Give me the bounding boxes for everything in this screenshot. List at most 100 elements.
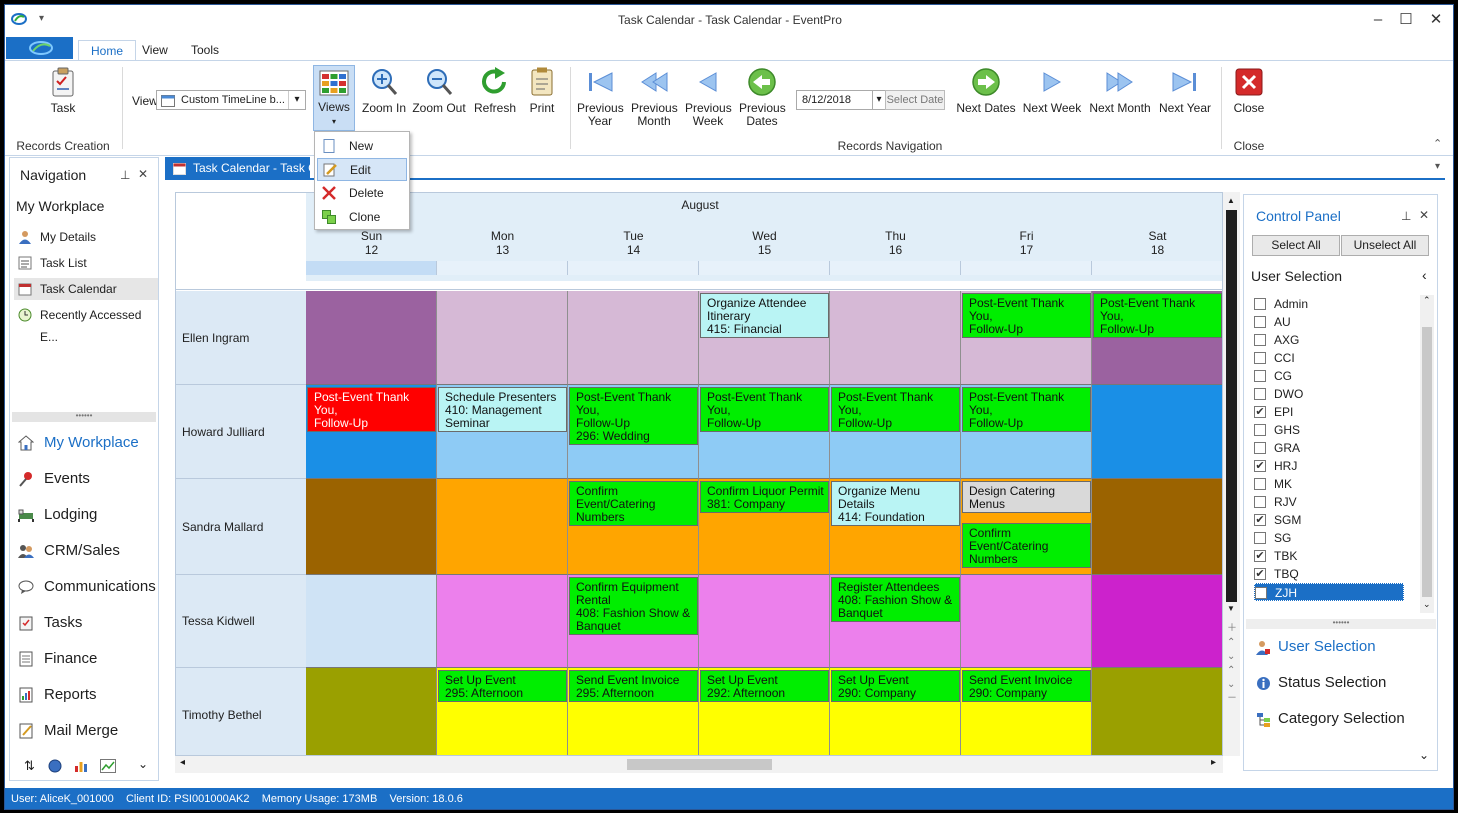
appointment[interactable]: Post-Event Thank You,Follow-Up290: Compa… bbox=[1093, 293, 1222, 338]
appointment[interactable]: Set Up Event295: Afternoon Meeting bbox=[438, 670, 567, 702]
all-day-slot[interactable] bbox=[437, 261, 568, 275]
menu-item-delete[interactable]: Delete bbox=[317, 182, 407, 205]
previous-year-button[interactable]: Previous Year bbox=[577, 67, 624, 128]
module-crm-sales[interactable]: CRM/Sales bbox=[18, 536, 120, 566]
date-input[interactable]: 8/12/2018 bbox=[796, 90, 873, 110]
user-checkbox-item[interactable]: ✔ HRJ bbox=[1254, 457, 1297, 475]
menu-item-clone[interactable]: Clone bbox=[317, 206, 407, 229]
refresh-button[interactable]: Refresh bbox=[473, 67, 517, 115]
previous-week-button[interactable]: Previous Week bbox=[685, 67, 732, 128]
previous-dates-button[interactable]: Previous Dates bbox=[739, 67, 786, 128]
user-checkbox-item[interactable]: MK bbox=[1254, 475, 1292, 493]
calendar-cell[interactable] bbox=[568, 291, 699, 385]
view-select-arrow-icon[interactable]: ▾ bbox=[288, 91, 305, 109]
maximize-button[interactable]: ☐ bbox=[1391, 9, 1421, 31]
user-checkbox-item[interactable]: ZJH bbox=[1254, 583, 1404, 601]
user-list-scroll-thumb[interactable] bbox=[1422, 327, 1432, 597]
checkbox-unchecked-icon[interactable] bbox=[1254, 478, 1266, 490]
user-checkbox-item[interactable]: Admin bbox=[1254, 295, 1308, 313]
chevron-down-icon[interactable]: ⌄ bbox=[138, 757, 148, 771]
calendar-cell[interactable] bbox=[437, 575, 568, 668]
previous-month-button[interactable]: Previous Month bbox=[631, 67, 678, 128]
user-checkbox-item[interactable]: CCI bbox=[1254, 349, 1295, 367]
calendar-cell[interactable] bbox=[306, 575, 437, 668]
document-list-dropdown-icon[interactable]: ▾ bbox=[1435, 161, 1440, 172]
next-year-button[interactable]: Next Year bbox=[1155, 67, 1215, 115]
calendar-cell[interactable] bbox=[830, 291, 961, 385]
checkbox-checked-icon[interactable]: ✔ bbox=[1254, 550, 1266, 562]
appointment[interactable]: Schedule Presenters 410: Management Semina… bbox=[438, 387, 567, 432]
globe-icon[interactable] bbox=[48, 759, 62, 773]
nav-item-recently-accessed[interactable]: Recently Accessed E... bbox=[18, 304, 158, 344]
nav-item-my-details[interactable]: My Details bbox=[18, 226, 96, 248]
document-tab[interactable]: Task Calendar - Task Ca bbox=[165, 157, 310, 179]
bar-chart-icon[interactable] bbox=[74, 759, 88, 773]
calendar-horizontal-scrollbar[interactable]: ◂ ▸ bbox=[175, 756, 1223, 773]
appointment[interactable]: Post-Event Thank You,Follow-Up292: After… bbox=[962, 293, 1091, 338]
scroll-left-icon[interactable]: ◂ bbox=[180, 757, 185, 768]
all-day-slot[interactable] bbox=[568, 261, 699, 275]
appointment[interactable]: Set Up Event292: Afternoon Meeting bbox=[700, 670, 829, 702]
module-lodging[interactable]: Lodging bbox=[18, 500, 97, 530]
all-day-slot[interactable] bbox=[699, 261, 830, 275]
checkbox-checked-icon[interactable]: ✔ bbox=[1254, 460, 1266, 472]
appointment[interactable]: Post-Event Thank You,Follow-Up297: Scien… bbox=[307, 387, 436, 432]
user-checkbox-item[interactable]: GRA bbox=[1254, 439, 1300, 457]
checkbox-unchecked-icon[interactable] bbox=[1254, 442, 1266, 454]
collapse-chevron-icon[interactable]: ‹ bbox=[1422, 267, 1427, 283]
user-list-scroll-up-icon[interactable]: ⌃ bbox=[1423, 295, 1431, 306]
user-checkbox-item[interactable]: GHS bbox=[1254, 421, 1300, 439]
user-checkbox-item[interactable]: SG bbox=[1254, 529, 1291, 547]
all-day-slot[interactable] bbox=[1092, 261, 1222, 275]
line-chart-icon[interactable] bbox=[100, 759, 116, 773]
appointment[interactable]: Register Attendees 408: Fashion Show & Ban… bbox=[831, 577, 960, 622]
appointment[interactable]: Organize Attendee Itinerary 415: Financial… bbox=[700, 293, 829, 338]
zoom-in-button[interactable]: Zoom In bbox=[361, 67, 407, 115]
horizontal-scroll-thumb[interactable] bbox=[627, 759, 772, 770]
vertical-scroll-thumb[interactable] bbox=[1226, 210, 1237, 602]
checkbox-unchecked-icon[interactable] bbox=[1254, 424, 1266, 436]
nav-splitter[interactable]: •••••• bbox=[12, 412, 156, 422]
calendar-cell[interactable] bbox=[306, 479, 437, 575]
tab-tools[interactable]: Tools bbox=[179, 40, 231, 61]
calendar-cell[interactable] bbox=[961, 575, 1092, 668]
user-checkbox-item[interactable]: ✔ EPI bbox=[1254, 403, 1293, 421]
close-nav-icon[interactable]: ✕ bbox=[138, 167, 148, 181]
appointment[interactable]: Post-Event Thank You, Follow-Up 296: Weddi… bbox=[569, 387, 698, 445]
checkbox-unchecked-icon[interactable] bbox=[1255, 587, 1267, 599]
pin-icon[interactable]: ⊥ bbox=[120, 168, 130, 182]
appointment[interactable]: Set Up Event290: Company Banquet bbox=[831, 670, 960, 702]
tab-view[interactable]: View bbox=[130, 40, 180, 61]
checkbox-unchecked-icon[interactable] bbox=[1254, 388, 1266, 400]
user-checkbox-item[interactable]: RJV bbox=[1254, 493, 1297, 511]
module-communications[interactable]: Communications bbox=[18, 572, 156, 602]
print-button[interactable]: Print bbox=[525, 67, 559, 115]
appointment[interactable]: Confirm Liquor Permit381: Company Banque… bbox=[700, 481, 829, 513]
control-panel-splitter[interactable]: •••••• bbox=[1246, 619, 1436, 629]
module-mail-merge[interactable]: Mail Merge bbox=[18, 716, 118, 746]
scroll-right-icon[interactable]: ▸ bbox=[1211, 757, 1216, 768]
checkbox-checked-icon[interactable]: ✔ bbox=[1254, 406, 1266, 418]
file-tab[interactable] bbox=[6, 37, 73, 59]
calendar-vertical-scrollbar[interactable]: ▲ ▼ ＋ ⌃ ⌄ ⌃ ⌄ － bbox=[1223, 192, 1240, 756]
menu-item-edit[interactable]: Edit bbox=[317, 158, 407, 181]
collapse-ribbon-icon[interactable]: ⌃ bbox=[1433, 137, 1442, 150]
select-all-button[interactable]: Select All bbox=[1252, 235, 1340, 256]
section-category-selection[interactable]: Category Selection bbox=[1256, 706, 1405, 732]
select-date-button[interactable]: Select Date bbox=[885, 90, 945, 110]
module-tasks[interactable]: Tasks bbox=[18, 608, 82, 638]
calendar-cell[interactable] bbox=[1092, 575, 1222, 668]
view-select[interactable]: Custom TimeLine b... ▾ bbox=[156, 90, 306, 110]
user-list-scrollbar[interactable]: ⌃ ⌄ bbox=[1420, 295, 1434, 613]
checkbox-unchecked-icon[interactable] bbox=[1254, 352, 1266, 364]
tab-home[interactable]: Home bbox=[78, 40, 137, 61]
next-month-button[interactable]: Next Month bbox=[1087, 67, 1153, 115]
zoom-out-button[interactable]: Zoom Out bbox=[412, 67, 466, 115]
calendar-cell[interactable] bbox=[1092, 385, 1222, 479]
appointment[interactable]: Confirm Equipment Rental 408: Fashion Show… bbox=[569, 577, 698, 635]
user-checkbox-item[interactable]: ✔ TBK bbox=[1254, 547, 1297, 565]
module-finance[interactable]: Finance bbox=[18, 644, 97, 674]
close-button[interactable]: Close bbox=[1227, 67, 1271, 115]
minimize-button[interactable]: – bbox=[1363, 9, 1393, 31]
menu-item-new[interactable]: New bbox=[317, 135, 407, 158]
